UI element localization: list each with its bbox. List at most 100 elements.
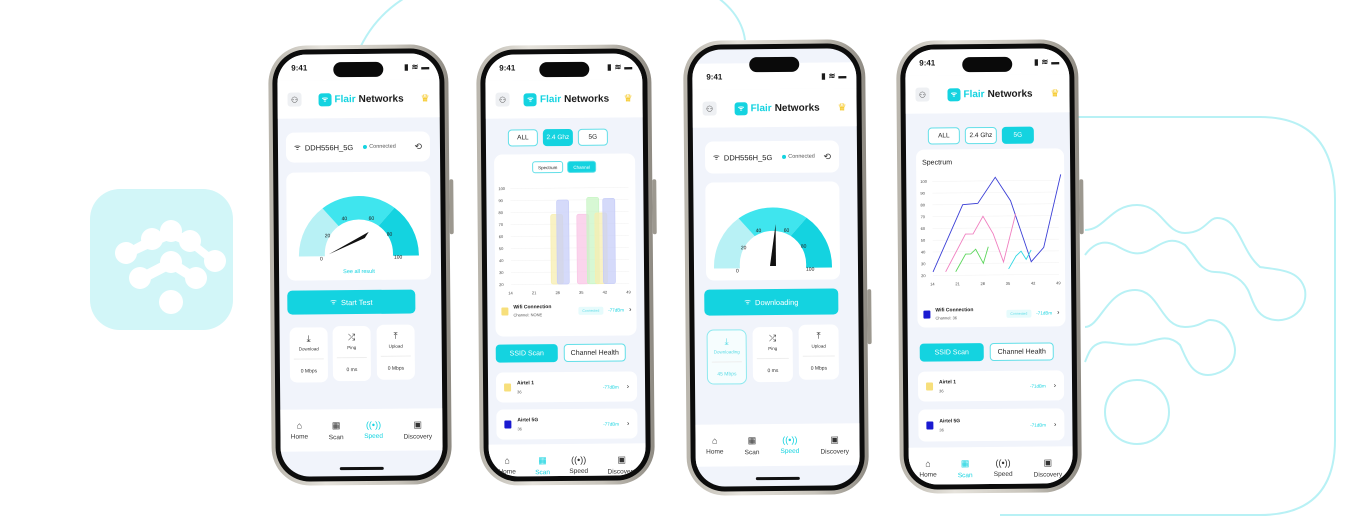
nav-discovery[interactable]: ▣ Discovery — [820, 434, 849, 455]
user-icon[interactable]: ⚇ — [287, 92, 302, 107]
x-tick-label: 21 — [532, 290, 537, 295]
y-tick-label: 50 — [921, 238, 926, 243]
nav-discovery[interactable]: ▣ Discovery — [403, 419, 433, 440]
crown-icon[interactable]: ♛ — [421, 93, 430, 104]
wifi-icon: ᯤ — [293, 142, 301, 152]
band-selector: ALL 2.4 Ghz 5G — [927, 126, 1034, 145]
gauge-tick-80: 80 — [801, 244, 807, 250]
tab-channel-health[interactable]: Channel Health — [989, 342, 1054, 361]
band-5g[interactable]: 5G — [1001, 126, 1034, 144]
nav-speed[interactable]: ((•)) Speed — [569, 455, 588, 475]
signal-strength: -71dBm — [1036, 310, 1053, 316]
y-tick-label: 80 — [499, 210, 504, 215]
series-green — [955, 246, 989, 272]
network-item[interactable]: Airtel 5G 36 -77dBm › — [496, 408, 638, 440]
download-icon: ⤓ — [306, 333, 311, 344]
network-item[interactable]: Airtel 1 36 -71dBm › — [917, 370, 1065, 402]
user-icon[interactable]: ⚇ — [915, 87, 930, 102]
gridline — [932, 215, 1059, 217]
y-tick-label: 60 — [921, 226, 926, 231]
start-test-button[interactable]: ᯤ Start Test — [287, 289, 416, 315]
gauge-tick-20: 20 — [325, 233, 331, 239]
band-2-4ghz[interactable]: 2.4 Ghz — [964, 126, 997, 145]
power-button — [652, 179, 657, 235]
current-wifi-row[interactable]: Wifi Connection Channel: 36 Connected -71… — [923, 306, 1059, 320]
screen: 9:41 ▮ ≋ ▬ ⚇ ᯤ Flair Networks ♛ ALL 2.4 Ghz … — [485, 53, 646, 477]
tab-ssid-scan[interactable]: SSID Scan — [495, 344, 558, 363]
dynamic-island — [962, 56, 1013, 73]
y-tick-label: 90 — [920, 191, 925, 196]
home-indicator — [755, 476, 800, 481]
wifi-color-swatch — [501, 307, 509, 316]
brand-wifi-icon: ᯤ — [947, 87, 961, 101]
nav-home[interactable]: ⌂ Home — [498, 455, 515, 475]
band-5g[interactable]: 5G — [577, 128, 608, 146]
nav-discovery[interactable]: ▣ Discovery — [607, 454, 636, 475]
view-channel[interactable]: Channel — [567, 160, 597, 173]
nav-speed[interactable]: ((•)) Speed — [780, 435, 800, 455]
band-all[interactable]: ALL — [927, 127, 960, 145]
upload-stat: ⤒ Upload 0 Mbps — [798, 324, 839, 380]
y-tick-label: 30 — [499, 270, 504, 275]
nav-discovery[interactable]: ▣ Discovery — [1034, 457, 1063, 478]
bottom-nav: ⌂ Home ▦ Scan ((•)) Speed ▣ Discovery — [908, 446, 1073, 485]
download-icon: ⤓ — [724, 336, 729, 347]
connected-dot — [782, 154, 787, 159]
tab-ssid-scan[interactable]: SSID Scan — [919, 343, 984, 362]
band-2-4ghz[interactable]: 2.4 Ghz — [542, 128, 573, 147]
connection-status: Connected — [788, 153, 815, 160]
wifi-status-icon: ≋ — [828, 70, 836, 81]
wifi-icon: ᯤ — [712, 152, 720, 162]
gauge-tick-40: 40 — [342, 216, 348, 222]
marketing-canvas: 9:41 ▮ ≋ ▬ ⚇ ᯤ Flair Networks ♛ ᯤ DDH556H_5G… — [0, 0, 1355, 531]
crown-icon[interactable]: ♛ — [1050, 88, 1059, 99]
gauge-tick-20: 20 — [741, 245, 747, 251]
see-all-result-link[interactable]: See all result — [287, 268, 431, 275]
crown-icon[interactable]: ♛ — [838, 102, 847, 113]
network-item[interactable]: Airtel 1 36 -77dBm › — [495, 371, 638, 403]
gauge-tick-40: 40 — [756, 228, 762, 234]
chevron-right-icon: › — [1054, 420, 1057, 428]
nav-scan[interactable]: ▦ Scan — [329, 420, 344, 441]
spectrum-chart-card: Spectrum 100 90 80 70 60 50 40 30 20 14 21 28 35 42 49… — [915, 148, 1066, 328]
status-time: 9:41 — [706, 71, 723, 82]
nav-scan[interactable]: ▦ Scan — [744, 435, 760, 456]
brand-logo: ᯤ Flair Networks — [523, 92, 609, 106]
user-icon[interactable]: ⚇ — [702, 101, 717, 116]
network-item[interactable]: Airtel 5G 36 -71dBm › — [918, 408, 1065, 442]
bar-blue-1 — [556, 199, 570, 285]
gridline — [932, 262, 1059, 264]
connection-status: Connected — [369, 143, 396, 150]
y-tick-label: 80 — [920, 202, 925, 207]
view-spectrum[interactable]: Spectrum — [532, 161, 564, 174]
nav-home[interactable]: ⌂ Home — [291, 420, 308, 441]
band-all[interactable]: ALL — [507, 129, 538, 147]
user-icon[interactable]: ⚇ — [495, 92, 510, 107]
nav-home[interactable]: ⌂ Home — [919, 458, 936, 479]
battery-icon: ▬ — [421, 61, 430, 71]
bottom-nav: ⌂ Home ▦ Scan ((•)) Speed ▣ Discovery — [695, 423, 860, 467]
wifi-status-icon: ≋ — [411, 61, 419, 72]
nav-speed[interactable]: ((•)) Speed — [364, 420, 383, 440]
downloading-button[interactable]: ᯤ Downloading — [704, 288, 839, 316]
history-icon[interactable]: ⟲ — [823, 151, 831, 162]
crown-icon[interactable]: ♛ — [624, 93, 633, 104]
nav-scan[interactable]: ▦ Scan — [535, 455, 550, 476]
y-tick-label: 70 — [921, 214, 926, 219]
mesh-wifi-icon — [115, 220, 226, 314]
connected-badge: Connected — [1006, 309, 1032, 318]
nav-speed[interactable]: ((•)) Speed — [994, 458, 1013, 478]
current-wifi-row[interactable]: Wifi Connection Channel: NONE Connected -… — [501, 303, 631, 317]
gridline — [932, 227, 1059, 229]
nav-scan[interactable]: ▦ Scan — [958, 458, 973, 479]
x-tick-label: 35 — [1006, 281, 1011, 286]
tab-channel-health[interactable]: Channel Health — [563, 343, 626, 363]
nav-home[interactable]: ⌂ Home — [706, 435, 723, 456]
history-icon[interactable]: ⟲ — [414, 141, 422, 152]
connection-card[interactable]: ᯤ DDH556H_5G Connected ⟲ — [285, 131, 431, 163]
wifi-color-swatch — [923, 310, 931, 319]
y-tick-label: 20 — [921, 273, 926, 278]
connection-card[interactable]: ᯤ DDH556H_5G Connected ⟲ — [704, 140, 840, 174]
speed-gauge-card: 0 20 40 60 80 100 See all result — [286, 171, 432, 281]
speed-gauge-card: 0 20 40 60 80 100 — [705, 181, 841, 281]
